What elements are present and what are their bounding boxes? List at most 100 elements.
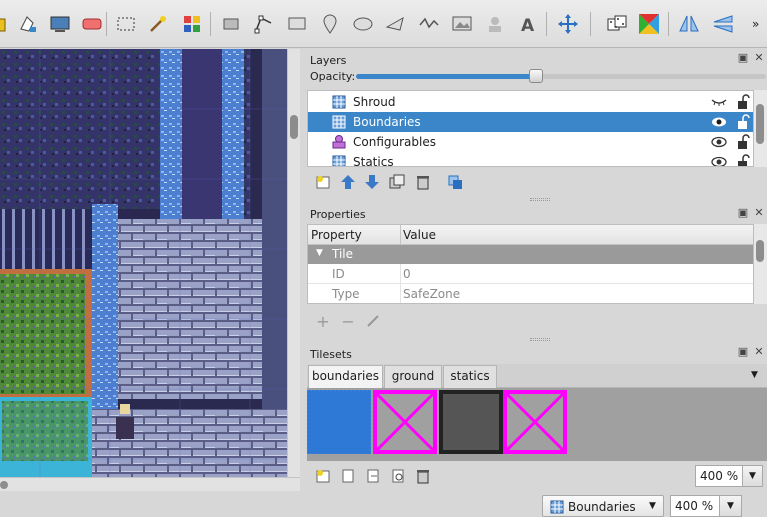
visible-eye-icon[interactable] xyxy=(711,116,727,128)
layers-list: Shroud Boundaries Configurables Statics xyxy=(307,90,754,167)
toggle-other-layers-icon[interactable] xyxy=(446,173,464,191)
export-tileset-icon[interactable] xyxy=(364,467,382,485)
chevron-down-icon[interactable]: ▼ xyxy=(743,465,763,487)
tab-boundaries[interactable]: boundaries xyxy=(308,365,383,389)
current-layer-combo[interactable]: Boundaries ▼ xyxy=(542,495,664,517)
tile-magenta-cross[interactable] xyxy=(373,390,437,454)
map-horizontal-scrollbar[interactable] xyxy=(0,477,300,491)
tab-statics[interactable]: statics xyxy=(443,365,497,388)
layer-row-configurables[interactable]: Configurables xyxy=(308,132,753,152)
delete-tileset-icon[interactable] xyxy=(414,467,432,485)
object-layer-icon xyxy=(332,135,346,149)
layers-scrollbar[interactable] xyxy=(754,90,767,167)
flip-horizontal-icon[interactable] xyxy=(677,12,701,36)
property-row-type[interactable]: Type SafeZone xyxy=(308,284,753,303)
float-panel-icon[interactable]: ▣ xyxy=(737,346,749,358)
layer-row-boundaries[interactable]: Boundaries xyxy=(308,112,753,132)
flip-vertical-icon[interactable] xyxy=(711,12,735,36)
insert-template-icon[interactable] xyxy=(483,12,507,36)
duplicate-layer-icon[interactable] xyxy=(388,173,406,191)
new-tileset-icon[interactable] xyxy=(314,467,332,485)
tile-layer-icon xyxy=(332,95,346,109)
tab-ground[interactable]: ground xyxy=(384,365,442,388)
float-panel-icon[interactable]: ▣ xyxy=(737,52,749,64)
value-column-header[interactable]: Value xyxy=(403,228,436,242)
tileset-tabs: boundaries ground statics ▼ xyxy=(307,364,767,389)
eraser-icon[interactable] xyxy=(80,12,104,36)
float-panel-icon[interactable]: ▣ xyxy=(737,207,749,219)
move-icon[interactable] xyxy=(556,12,580,36)
layer-name: Shroud xyxy=(353,95,396,109)
property-column-header[interactable]: Property xyxy=(311,228,362,242)
main-toolbar: A » xyxy=(0,0,767,48)
wang-fill-icon[interactable] xyxy=(637,12,661,36)
rename-property-icon[interactable] xyxy=(364,312,382,330)
unlocked-icon[interactable] xyxy=(736,154,750,167)
delete-layer-icon[interactable] xyxy=(414,173,432,191)
insert-polyline-icon[interactable] xyxy=(417,12,441,36)
insert-point-icon[interactable] xyxy=(318,12,342,36)
insert-ellipse-icon[interactable] xyxy=(351,12,375,36)
hidden-eye-icon[interactable] xyxy=(711,96,727,108)
raise-layer-icon[interactable] xyxy=(339,173,357,191)
random-mode-icon[interactable] xyxy=(605,12,629,36)
visible-eye-icon[interactable] xyxy=(711,156,727,167)
insert-polygon-icon[interactable] xyxy=(384,12,408,36)
stamp-fill-icon[interactable] xyxy=(16,12,40,36)
remove-property-icon[interactable]: − xyxy=(339,312,357,331)
tile-gray[interactable] xyxy=(439,390,503,454)
tile-layer-icon xyxy=(332,155,346,166)
property-group-label: Tile xyxy=(332,247,354,261)
map-zoom-combo[interactable]: 400 % xyxy=(670,495,720,517)
unlocked-icon[interactable] xyxy=(736,114,750,130)
properties-scrollbar[interactable] xyxy=(754,224,767,304)
tileset-view xyxy=(307,388,767,461)
edit-tileset-icon[interactable] xyxy=(389,467,407,485)
layer-name: Boundaries xyxy=(353,115,421,129)
visible-eye-icon[interactable] xyxy=(711,136,727,148)
layer-name: Configurables xyxy=(353,135,436,149)
rect-select-icon[interactable] xyxy=(114,12,138,36)
bucket-fill-icon[interactable] xyxy=(0,12,14,36)
embed-tileset-icon[interactable] xyxy=(339,467,357,485)
screen-icon[interactable] xyxy=(48,12,72,36)
lower-layer-icon[interactable] xyxy=(363,173,381,191)
chevron-down-icon: ▼ xyxy=(649,501,656,511)
insert-text-icon[interactable]: A xyxy=(516,12,540,36)
insert-rectangle-icon[interactable] xyxy=(285,12,309,36)
tile-blue[interactable] xyxy=(307,390,371,454)
layers-panel-title: Layers xyxy=(310,54,347,67)
select-same-tile-icon[interactable] xyxy=(180,12,204,36)
layer-row-shroud[interactable]: Shroud xyxy=(308,92,753,112)
unlocked-icon[interactable] xyxy=(736,94,750,110)
svg-text:A: A xyxy=(521,16,535,35)
insert-tile-icon[interactable] xyxy=(450,12,474,36)
close-panel-icon[interactable]: ✕ xyxy=(753,346,765,358)
property-row-id[interactable]: ID 0 xyxy=(308,264,753,284)
properties-table: Property Value ▼ Tile ID 0 Type SafeZone xyxy=(307,224,754,304)
select-objects-icon[interactable] xyxy=(220,12,244,36)
layer-row-statics[interactable]: Statics xyxy=(308,152,753,167)
new-layer-icon[interactable] xyxy=(314,173,332,191)
edit-polygons-icon[interactable] xyxy=(252,12,276,36)
opacity-slider-track[interactable] xyxy=(356,74,536,79)
tiled-editor-window: A » Layers ▣ ✕ Opacity: Shroud Boundarie… xyxy=(0,0,767,517)
properties-panel-title: Properties xyxy=(310,208,366,221)
unlocked-icon[interactable] xyxy=(736,134,750,150)
add-property-icon[interactable]: + xyxy=(314,312,332,331)
close-panel-icon[interactable]: ✕ xyxy=(753,52,765,64)
magic-wand-icon[interactable] xyxy=(146,12,170,36)
property-group-tile[interactable]: ▼ Tile xyxy=(308,245,753,264)
expand-arrow-icon: ▼ xyxy=(316,248,323,258)
close-panel-icon[interactable]: ✕ xyxy=(753,207,765,219)
tileset-zoom-combo[interactable]: 400 % xyxy=(695,465,743,487)
tile-magenta-cross[interactable] xyxy=(503,390,567,454)
chevron-down-icon[interactable]: ▼ xyxy=(720,495,742,517)
tabs-menu-arrow-icon[interactable]: ▼ xyxy=(751,370,758,380)
toolbar-overflow-button[interactable]: » xyxy=(752,17,759,31)
tile-layer-icon xyxy=(332,115,346,129)
opacity-label: Opacity: xyxy=(310,70,356,83)
map-canvas[interactable] xyxy=(0,49,287,477)
opacity-slider-handle[interactable] xyxy=(529,69,543,83)
map-vertical-scrollbar[interactable] xyxy=(287,49,300,477)
